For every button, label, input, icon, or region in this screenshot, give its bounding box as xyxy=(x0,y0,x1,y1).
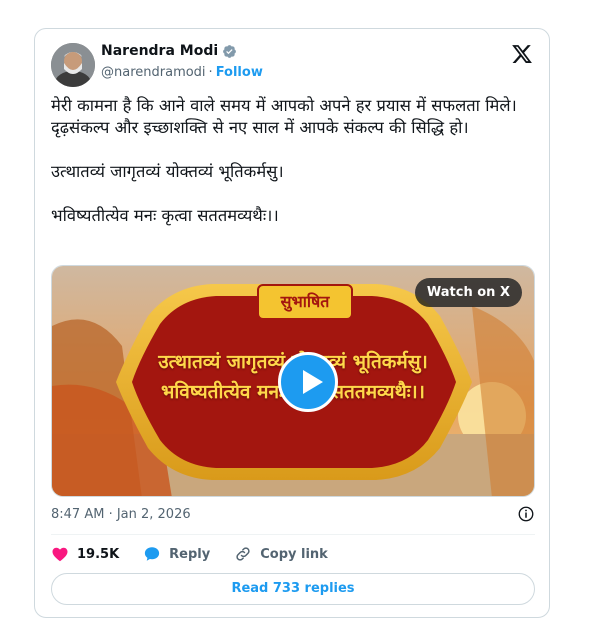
author-name[interactable]: Narendra Modi xyxy=(101,43,218,59)
video-media[interactable]: सुभाषित उत्थातव्यं जागृतव्यं योक्तव्यं भ… xyxy=(51,265,535,497)
follow-link[interactable]: Follow xyxy=(216,65,263,80)
reply-button[interactable]: Reply xyxy=(143,545,210,563)
copy-link-label: Copy link xyxy=(260,546,328,562)
tweet-text: मेरी कामना है कि आने वाले समय में आपको अ… xyxy=(51,96,517,225)
separator-dot: · xyxy=(208,65,213,80)
x-logo-icon[interactable] xyxy=(511,43,533,65)
action-bar: 19.5K Reply Copy link xyxy=(51,545,328,563)
reply-bubble-icon xyxy=(145,547,160,561)
timestamp[interactable]: 8:47 AM · Jan 2, 2026 xyxy=(51,507,191,522)
divider xyxy=(51,534,535,535)
like-count: 19.5K xyxy=(77,546,120,562)
meta-row: 8:47 AM · Jan 2, 2026 xyxy=(51,505,535,523)
heart-icon xyxy=(52,547,68,562)
info-icon[interactable] xyxy=(517,505,535,523)
link-icon xyxy=(236,547,250,561)
read-replies-button[interactable]: Read 733 replies xyxy=(51,573,535,605)
author-handle[interactable]: @narendramodi xyxy=(101,65,206,80)
tweet-card: Narendra Modi @narendramodi · Follow मेरी … xyxy=(34,28,550,618)
verified-badge-icon xyxy=(223,44,237,58)
author-name-row: Narendra Modi xyxy=(101,43,237,59)
avatar[interactable] xyxy=(51,43,95,87)
copy-link-button[interactable]: Copy link xyxy=(234,545,328,563)
like-button[interactable]: 19.5K xyxy=(51,545,119,563)
watch-on-x-button[interactable]: Watch on X xyxy=(414,278,522,307)
subhashit-badge: सुभाषित xyxy=(257,284,353,320)
play-button-icon[interactable] xyxy=(278,352,338,412)
reply-label: Reply xyxy=(169,546,211,562)
author-handle-row: @narendramodi · Follow xyxy=(101,65,263,80)
